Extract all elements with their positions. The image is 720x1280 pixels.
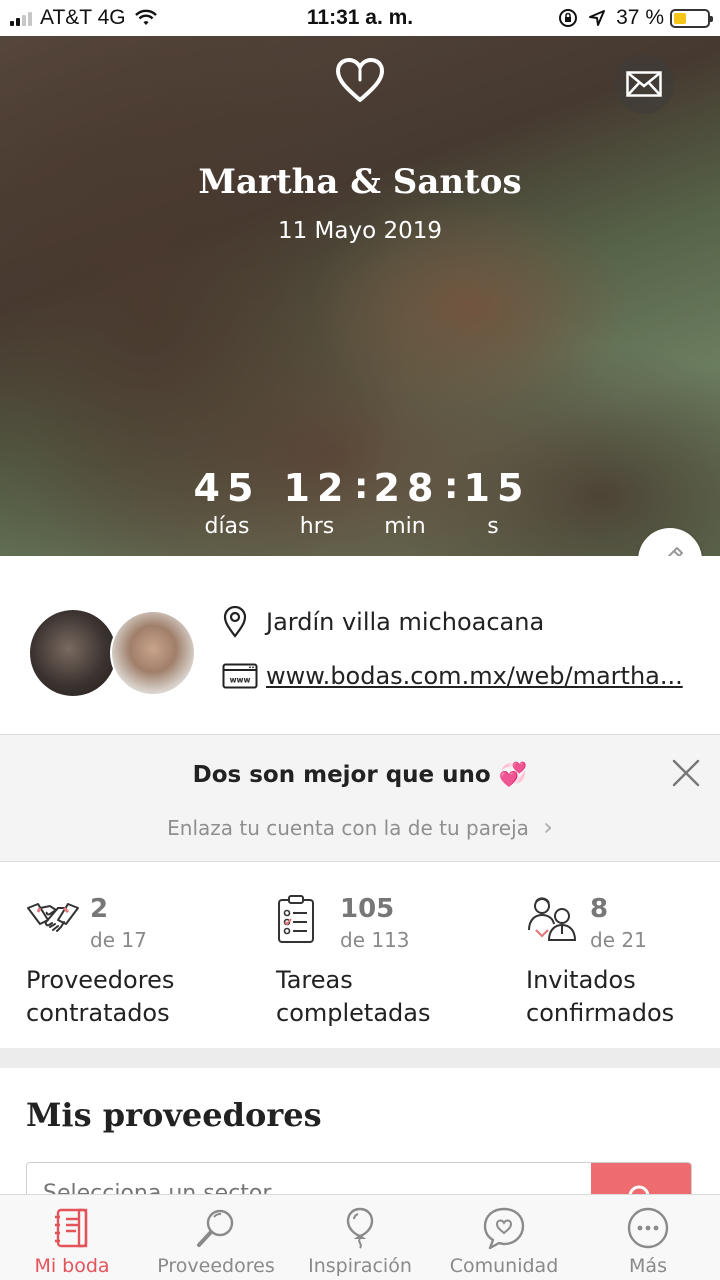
web-icon: www [222,663,258,689]
more-icon [627,1207,669,1249]
stat-tasks[interactable]: 105 de 113 Tareas completadas [276,862,516,1048]
website-row[interactable]: www www.bodas.com.mx/web/martha... [222,662,683,690]
tab-proveedores[interactable]: Proveedores [144,1195,288,1280]
tab-inspiracion[interactable]: Inspiración [288,1195,432,1280]
battery-icon [670,8,713,28]
countdown-seconds: 15 [463,466,531,510]
stat-tasks-value: 105 [340,894,395,924]
tab-label: Proveedores [157,1255,275,1277]
stat-guests-label: Invitados confirmados [526,966,675,1027]
bottom-tab-bar: Mi boda Proveedores Inspiración Comunida… [0,1194,720,1280]
link-partner-banner[interactable]: Dos son mejor que uno 💞 Enlaza tu cuenta… [0,734,720,862]
venue-name: Jardín villa michoacana [266,608,545,636]
tab-label: Mi boda [34,1255,110,1277]
stat-providers-total: de 17 [90,928,147,952]
stat-providers[interactable]: 2 de 17 Proveedores contratados [26,862,266,1048]
chat-heart-icon [483,1207,525,1250]
stat-tasks-label: Tareas completadas [276,966,431,1027]
status-bar: AT&T 4G 11:31 a. m. 37 % [0,0,720,36]
couple-names: Martha & Santos [198,162,522,202]
tab-label: Inspiración [308,1255,412,1277]
tab-mas[interactable]: Más [576,1195,720,1280]
tab-label: Más [629,1255,667,1277]
website-link[interactable]: www.bodas.com.mx/web/martha... [266,662,683,690]
countdown: 45 días 12 hrs : 28 min : 15 s [0,466,720,546]
wedding-profile: Jardín villa michoacana www www.bodas.co… [0,556,720,734]
banner-title: Dos son mejor que uno 💞 [192,762,528,788]
countdown-seconds-label: s [487,514,499,539]
magnifier-icon [197,1209,234,1247]
rotation-lock-icon [559,9,578,27]
close-icon[interactable] [668,755,704,791]
stat-guests-value: 8 [590,894,609,924]
pencil-icon [667,547,683,556]
chevron-right-icon: › [543,813,553,841]
cover-photo: Martha & Santos 11 Mayo 2019 45 días 12 … [0,36,720,556]
guests-icon [528,897,577,941]
tab-mi-boda[interactable]: Mi boda [0,1195,144,1280]
banner-subtitle[interactable]: Enlaza tu cuenta con la de tu pareja › [0,813,720,841]
venue-row[interactable]: Jardín villa michoacana [222,606,544,638]
avatar-partner-1[interactable] [30,610,116,696]
tab-comunidad[interactable]: Comunidad [432,1195,576,1280]
stat-guests[interactable]: 8 de 21 Invitados confirmados [526,862,720,1048]
clipboard-icon [278,895,314,943]
location-pin-icon [222,606,258,638]
svg-text:www: www [230,676,251,685]
notebook-icon [55,1208,88,1248]
providers-section-title: Mis proveedores [26,1096,322,1134]
battery-percent: 37 % [616,6,664,29]
stat-providers-label: Proveedores contratados [26,966,175,1027]
heart-logo-icon [336,58,384,102]
avatar-partner-2[interactable] [110,610,196,696]
handshake-icon [27,903,79,932]
messages-button[interactable] [614,54,674,114]
status-right: 37 % [558,6,713,30]
envelope-icon [626,71,662,97]
location-icon [589,10,606,26]
tab-label: Comunidad [449,1255,559,1277]
balloon-icon [346,1207,374,1249]
stat-guests-total: de 21 [590,928,647,952]
section-divider [0,1048,720,1068]
stat-tasks-total: de 113 [340,928,410,952]
banner-subtitle-text: Enlaza tu cuenta con la de tu pareja [167,816,529,840]
wedding-date: 11 Mayo 2019 [277,218,443,244]
wedding-stats: 2 de 17 Proveedores contratados 105 de 1… [0,862,720,1048]
stat-providers-value: 2 [90,894,109,924]
